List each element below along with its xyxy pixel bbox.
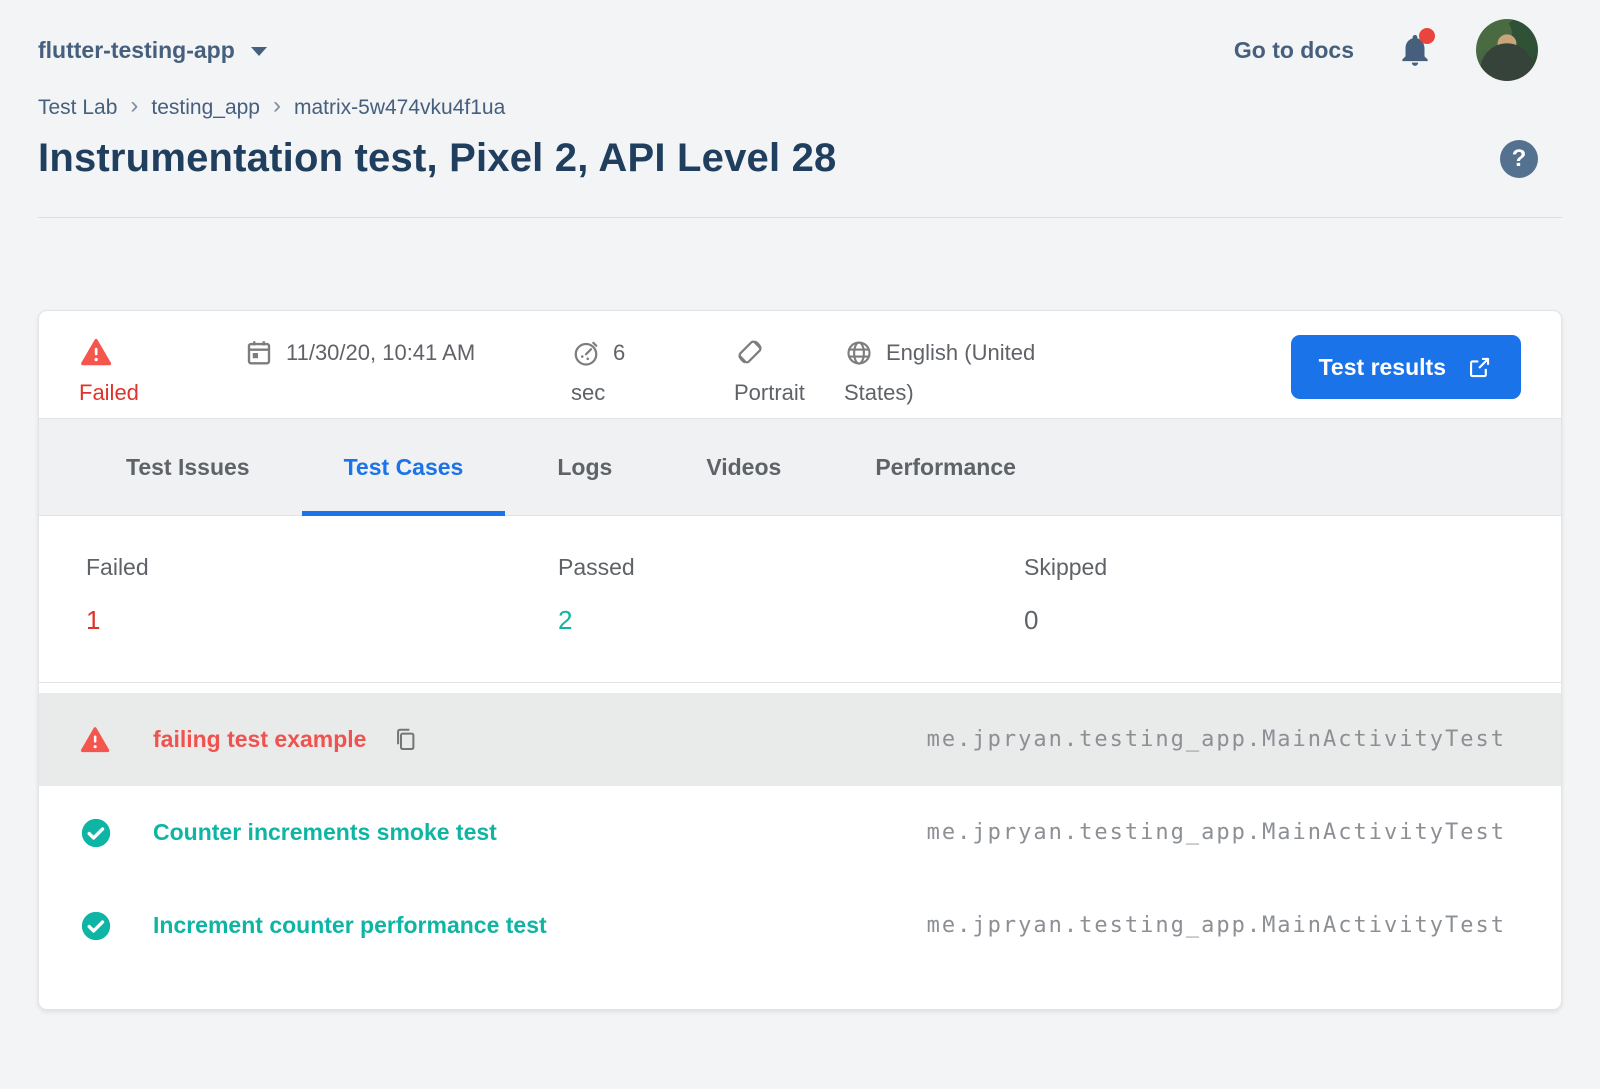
status-datetime: 11/30/20, 10:41 AM — [244, 333, 571, 418]
tab-logs[interactable]: Logs — [515, 419, 654, 515]
summary-value: 0 — [1024, 605, 1107, 636]
header-divider — [38, 217, 1562, 218]
open-in-new-icon — [1466, 354, 1493, 381]
topbar-actions: Go to docs — [1234, 19, 1538, 81]
tab-test-issues[interactable]: Test Issues — [84, 419, 292, 515]
check-circle-icon — [79, 909, 113, 943]
status-locale: English (United States) — [844, 333, 1094, 418]
breadcrumb: Test Lab › testing_app › matrix-5w474vku… — [0, 76, 1600, 122]
test-results-label: Test results — [1319, 354, 1446, 381]
chevron-right-icon: › — [130, 92, 138, 120]
rows-gap — [39, 683, 1561, 693]
calendar-icon — [244, 338, 274, 368]
test-case-row[interactable]: Counter increments smoke test me.jpryan.… — [39, 786, 1561, 879]
notification-badge — [1419, 28, 1435, 44]
chevron-down-icon — [251, 47, 267, 56]
tab-videos[interactable]: Videos — [664, 419, 823, 515]
tab-bar: Test Issues Test Cases Logs Videos Perfo… — [39, 418, 1561, 516]
status-label: Failed — [79, 380, 139, 405]
tab-test-cases[interactable]: Test Cases — [302, 419, 506, 515]
summary-label: Skipped — [1024, 554, 1107, 581]
page-title: Instrumentation test, Pixel 2, API Level… — [38, 136, 836, 181]
summary-label: Passed — [558, 554, 1024, 581]
go-to-docs-link[interactable]: Go to docs — [1234, 37, 1354, 64]
globe-icon — [844, 338, 874, 368]
title-row: Instrumentation test, Pixel 2, API Level… — [0, 122, 1600, 181]
test-case-class: me.jpryan.testing_app.MainActivityTest — [927, 913, 1506, 938]
help-button[interactable]: ? — [1500, 140, 1538, 178]
test-results-button[interactable]: Test results — [1291, 335, 1521, 399]
breadcrumb-matrix[interactable]: matrix-5w474vku4f1ua — [294, 96, 505, 120]
summary-label: Failed — [86, 554, 558, 581]
notifications-button[interactable] — [1396, 30, 1434, 70]
summary-value: 2 — [558, 605, 1024, 636]
orientation-label: Portrait — [734, 380, 805, 405]
copy-icon — [392, 726, 419, 753]
test-case-class: me.jpryan.testing_app.MainActivityTest — [927, 727, 1506, 752]
question-mark-icon: ? — [1512, 145, 1527, 173]
test-case-name[interactable]: Increment counter performance test — [153, 912, 547, 939]
screen-rotation-icon — [734, 336, 766, 368]
test-case-row[interactable]: Increment counter performance test me.jp… — [39, 879, 1561, 972]
datetime-label: 11/30/20, 10:41 AM — [286, 340, 475, 365]
breadcrumb-testing-app[interactable]: testing_app — [151, 96, 260, 120]
summary-failed: Failed 1 — [86, 554, 558, 682]
project-selector[interactable]: flutter-testing-app — [38, 37, 267, 64]
test-case-name[interactable]: failing test example — [153, 726, 366, 753]
warning-triangle-icon — [79, 337, 113, 368]
avatar[interactable] — [1476, 19, 1538, 81]
status-bar: Failed 11/30/20, 10:41 AM — [39, 311, 1561, 418]
check-circle-icon — [79, 816, 113, 850]
summary-passed: Passed 2 — [558, 554, 1024, 682]
test-case-row[interactable]: failing test example me.jpryan.testing_a… — [39, 693, 1561, 786]
timer-icon — [571, 338, 601, 368]
test-case-name[interactable]: Counter increments smoke test — [153, 819, 497, 846]
warning-triangle-icon — [79, 725, 113, 755]
test-matrix-card: Failed 11/30/20, 10:41 AM — [38, 310, 1562, 1010]
summary-value: 1 — [86, 605, 558, 636]
chevron-right-icon: › — [273, 92, 281, 120]
status-orientation: Portrait — [734, 333, 844, 418]
topbar: flutter-testing-app Go to docs — [0, 0, 1600, 76]
test-case-class: me.jpryan.testing_app.MainActivityTest — [927, 820, 1506, 845]
status-duration: 6 sec — [571, 333, 734, 418]
project-name: flutter-testing-app — [38, 37, 235, 64]
summary-counts: Failed 1 Passed 2 Skipped 0 — [39, 516, 1561, 682]
copy-button[interactable] — [392, 726, 419, 753]
breadcrumb-test-lab[interactable]: Test Lab — [38, 96, 117, 120]
summary-skipped: Skipped 0 — [1024, 554, 1107, 682]
tab-performance[interactable]: Performance — [833, 419, 1058, 515]
status-failed: Failed — [79, 333, 244, 418]
